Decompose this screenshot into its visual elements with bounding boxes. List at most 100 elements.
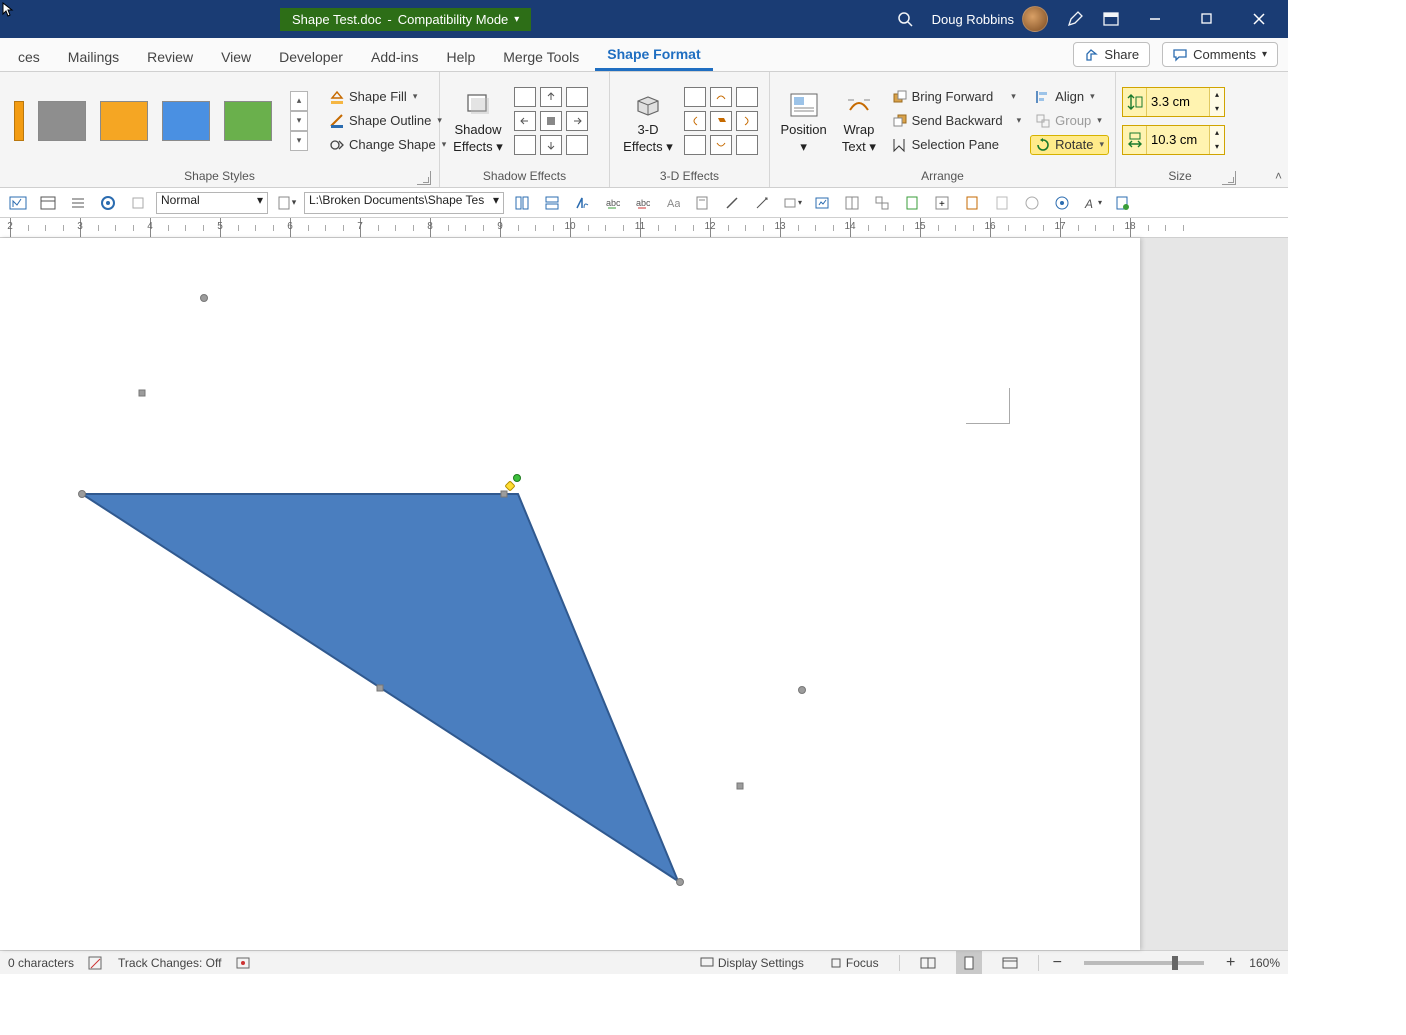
- wrap-text-button[interactable]: Wrap Text ▾: [835, 86, 882, 155]
- shape-fill-button[interactable]: Shape Fill▾: [324, 87, 451, 107]
- rotation-handle[interactable]: [513, 474, 521, 482]
- search-icon[interactable]: [896, 10, 914, 28]
- qat-icon[interactable]: [510, 192, 534, 214]
- qat-icon[interactable]: [6, 192, 30, 214]
- tab-addins[interactable]: Add-ins: [359, 43, 430, 71]
- bring-forward-button[interactable]: Bring Forward▾: [887, 87, 1027, 107]
- tilt-right[interactable]: [736, 111, 758, 131]
- tilt-down[interactable]: [710, 135, 732, 155]
- send-backward-button[interactable]: Send Backward▾: [887, 111, 1027, 131]
- tab-merge-tools[interactable]: Merge Tools: [491, 43, 591, 71]
- selection-handle[interactable]: [377, 685, 384, 692]
- qat-icon[interactable]: Aa: [660, 192, 684, 214]
- qat-icon[interactable]: [750, 192, 774, 214]
- selected-triangle-shape[interactable]: [78, 486, 708, 906]
- maximize-button[interactable]: [1190, 0, 1224, 38]
- qat-icon[interactable]: [900, 192, 924, 214]
- char-count[interactable]: 0 characters: [8, 956, 74, 970]
- dialog-launcher[interactable]: [1222, 171, 1236, 185]
- qat-icon[interactable]: [1020, 192, 1044, 214]
- qat-icon[interactable]: abc: [630, 192, 654, 214]
- rotate-button[interactable]: Rotate▾: [1030, 135, 1109, 155]
- qat-icon[interactable]: [66, 192, 90, 214]
- align-button[interactable]: Align▾: [1030, 87, 1109, 107]
- shape-width-input[interactable]: ▴▾: [1122, 125, 1225, 155]
- shadow-effects-button[interactable]: Shadow Effects ▾: [446, 86, 510, 155]
- close-button[interactable]: [1242, 0, 1276, 38]
- page[interactable]: [0, 238, 1140, 950]
- focus-button[interactable]: Focus: [824, 951, 885, 974]
- spin-down[interactable]: ▾: [1210, 102, 1224, 116]
- zoom-thumb[interactable]: [1172, 956, 1178, 970]
- tab-view[interactable]: View: [209, 43, 263, 71]
- proofing-icon[interactable]: [88, 956, 104, 970]
- 3d-effects-button[interactable]: 3-D Effects ▾: [616, 86, 680, 155]
- horizontal-ruler[interactable]: 23456789101112131415161718: [0, 218, 1288, 238]
- style-selector[interactable]: Normal▾: [156, 192, 268, 214]
- qat-icon[interactable]: [870, 192, 894, 214]
- tab-developer[interactable]: Developer: [267, 43, 355, 71]
- tab-help[interactable]: Help: [434, 43, 487, 71]
- share-button[interactable]: Share: [1073, 42, 1150, 67]
- user-account[interactable]: Doug Robbins: [932, 6, 1048, 32]
- style-swatch[interactable]: [14, 101, 24, 141]
- qat-icon[interactable]: [36, 192, 60, 214]
- qat-icon[interactable]: +: [930, 192, 954, 214]
- ribbon-display-icon[interactable]: [1102, 10, 1120, 28]
- macro-icon[interactable]: [235, 956, 251, 970]
- tab-review[interactable]: Review: [135, 43, 205, 71]
- style-swatch[interactable]: [224, 101, 272, 141]
- collapse-ribbon-icon[interactable]: ˄: [1275, 169, 1282, 183]
- style-swatch[interactable]: [162, 101, 210, 141]
- path-selector[interactable]: L:\Broken Documents\Shape Tes▾: [304, 192, 504, 214]
- print-layout-button[interactable]: [956, 951, 982, 974]
- shape-height-input[interactable]: ▴▾: [1122, 87, 1225, 117]
- tab-mailings[interactable]: Mailings: [56, 43, 131, 71]
- qat-icon[interactable]: [960, 192, 984, 214]
- zoom-out-button[interactable]: −: [1053, 954, 1062, 972]
- qat-icon[interactable]: ▾: [274, 192, 298, 214]
- track-changes-status[interactable]: Track Changes: Off: [118, 956, 221, 970]
- width-value[interactable]: [1147, 128, 1209, 151]
- shape-style-gallery[interactable]: ▴ ▾ ▾: [6, 91, 316, 151]
- gallery-up[interactable]: ▴: [290, 91, 308, 111]
- qat-icon[interactable]: [690, 192, 714, 214]
- tilt-left[interactable]: [684, 111, 706, 131]
- tilt-up[interactable]: [710, 87, 732, 107]
- pen-icon[interactable]: [1066, 10, 1084, 28]
- document-title[interactable]: Shape Test.doc - Compatibility Mode ▾: [280, 8, 531, 31]
- nudge-down[interactable]: [540, 135, 562, 155]
- selection-handle[interactable]: [501, 491, 508, 498]
- qat-icon[interactable]: [990, 192, 1014, 214]
- read-mode-button[interactable]: [914, 951, 942, 974]
- spin-up[interactable]: ▴: [1210, 88, 1224, 102]
- height-value[interactable]: [1147, 90, 1209, 113]
- change-shape-button[interactable]: Change Shape▾: [324, 135, 451, 155]
- spin-down[interactable]: ▾: [1210, 140, 1224, 154]
- selection-handle[interactable]: [798, 686, 806, 694]
- qat-icon[interactable]: [810, 192, 834, 214]
- qat-icon[interactable]: [126, 192, 150, 214]
- tab-shape-format[interactable]: Shape Format: [595, 40, 712, 71]
- selection-handle[interactable]: [78, 490, 86, 498]
- spin-up[interactable]: ▴: [1210, 126, 1224, 140]
- nudge-center[interactable]: [540, 111, 562, 131]
- web-layout-button[interactable]: [996, 951, 1024, 974]
- qat-icon[interactable]: [720, 192, 744, 214]
- display-settings-button[interactable]: Display Settings: [694, 951, 810, 974]
- zoom-in-button[interactable]: +: [1226, 954, 1235, 972]
- qat-icon[interactable]: abc: [600, 192, 624, 214]
- nudge-right[interactable]: [566, 111, 588, 131]
- selection-pane-button[interactable]: Selection Pane: [887, 135, 1027, 155]
- gallery-more[interactable]: ▾: [290, 131, 308, 151]
- qat-icon[interactable]: [840, 192, 864, 214]
- qat-icon[interactable]: A▾: [1080, 192, 1104, 214]
- style-swatch[interactable]: [38, 101, 86, 141]
- nudge-up[interactable]: [540, 87, 562, 107]
- qat-icon[interactable]: ▾: [780, 192, 804, 214]
- qat-icon[interactable]: [540, 192, 564, 214]
- qat-icon[interactable]: [1050, 192, 1074, 214]
- selection-handle[interactable]: [200, 294, 208, 302]
- selection-handle[interactable]: [139, 390, 146, 397]
- comments-button[interactable]: Comments ▾: [1162, 42, 1278, 67]
